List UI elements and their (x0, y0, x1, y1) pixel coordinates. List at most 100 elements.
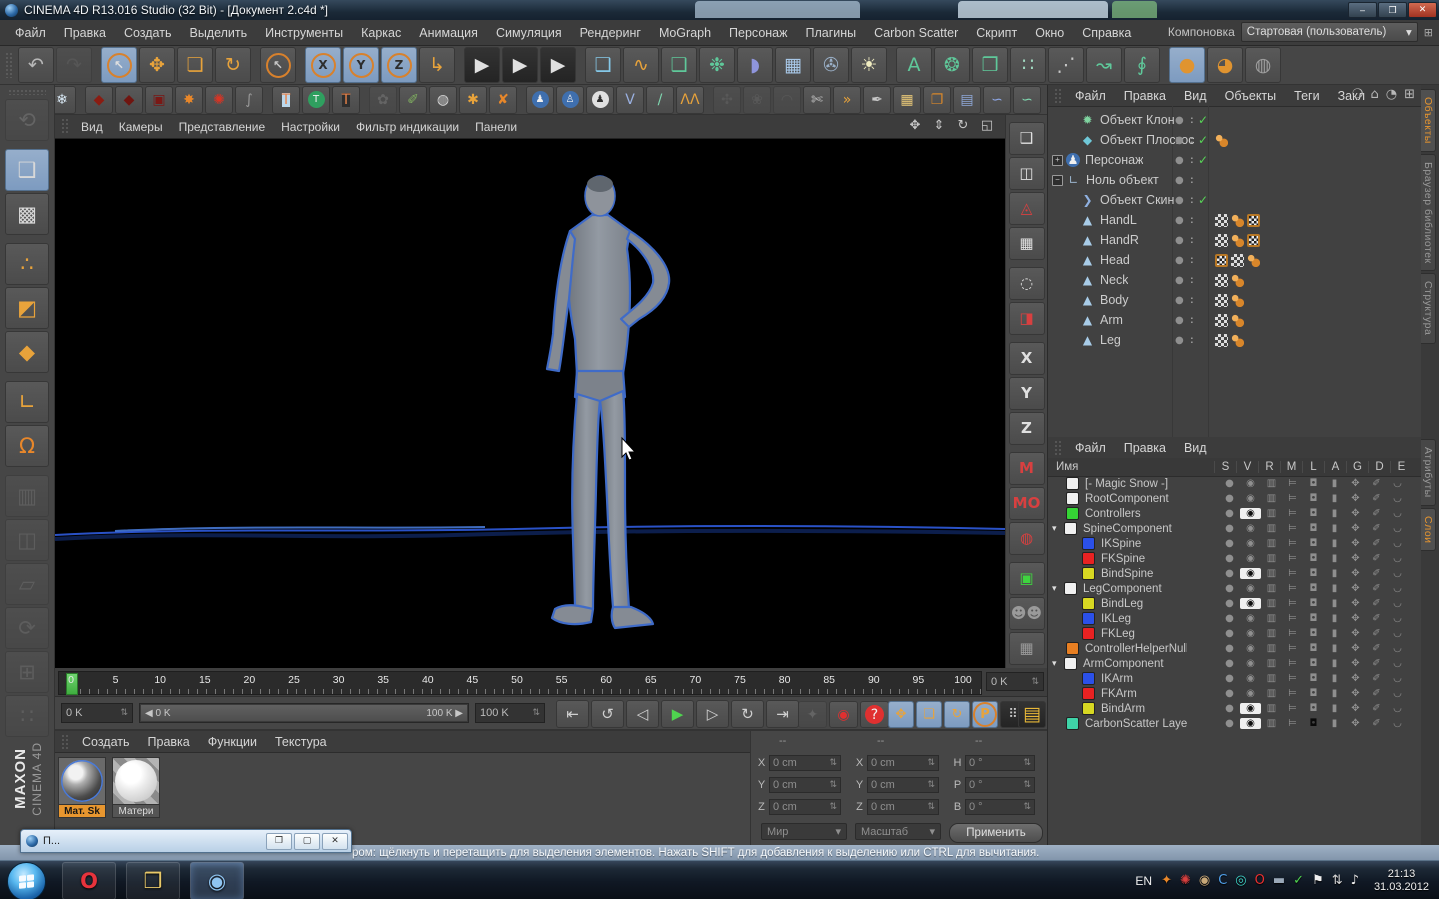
coord-system-icon[interactable]: ↳ (419, 47, 455, 83)
maximize-button[interactable]: ❐ (1378, 2, 1407, 18)
editor-dots-icon[interactable]: : (1190, 154, 1194, 166)
visible-cell-icon[interactable]: ◉ (1240, 613, 1261, 624)
phong-tag-icon[interactable] (1231, 274, 1244, 287)
visibility-dot-icon[interactable]: ● (1175, 155, 1184, 166)
generators-cell-icon[interactable]: ✥ (1345, 628, 1366, 639)
object-row[interactable]: −∟Ноль объект●: (1048, 170, 1422, 190)
phong-tag-icon[interactable] (1215, 134, 1228, 147)
play-icon[interactable]: ▶ (661, 700, 694, 728)
weight-tag-icon[interactable] (1215, 294, 1228, 307)
fix-tool-icon[interactable]: ✱ (459, 86, 487, 114)
manager-cell-icon[interactable]: ⊨ (1282, 703, 1303, 714)
animation-cell-icon[interactable]: ▮ (1324, 613, 1345, 624)
magic-mesh-icon[interactable]: ▣ (145, 86, 173, 114)
layer-color-swatch[interactable] (1066, 642, 1079, 655)
editor-dots-icon[interactable]: : (1190, 174, 1194, 186)
autokey-icon[interactable]: ◉ (829, 701, 858, 728)
add-modeling-icon[interactable]: ❉ (699, 47, 735, 83)
layer-row[interactable]: [- Magic Snow -]●◉▥⊨◘▮✥✐◡ (1048, 476, 1422, 491)
scale-icon[interactable]: ❏ (177, 47, 213, 83)
menu-item-8[interactable]: Рендеринг (571, 25, 650, 41)
visible-cell-icon[interactable]: ◉ (1240, 523, 1261, 534)
timeline-scrollbar[interactable]: ◀ 0 K 100 K ▶ (139, 703, 469, 723)
lock-cell-icon[interactable]: ◘ (1303, 508, 1324, 519)
texture-mode-icon[interactable]: ▩ (5, 193, 49, 235)
mograph-effector-icon[interactable]: ↝ (1086, 47, 1122, 83)
editor-dots-icon[interactable]: : (1190, 114, 1194, 126)
key-next-icon[interactable]: ↻ (731, 700, 764, 728)
deformers-cell-icon[interactable]: ✐ (1366, 658, 1387, 669)
object-manager-menu-item-3[interactable]: Объекты (1216, 88, 1286, 104)
layer-color-swatch[interactable] (1082, 702, 1095, 715)
solo-cell-icon[interactable]: ● (1219, 613, 1240, 624)
manager-cell-icon[interactable]: ⊨ (1282, 478, 1303, 489)
position-x-field[interactable]: 0 cm⇅ (769, 755, 841, 771)
deformers-cell-icon[interactable]: ✐ (1366, 688, 1387, 699)
toolbar-grip[interactable] (8, 89, 46, 95)
om-add-icon[interactable]: ⊞ (1404, 87, 1415, 102)
weight-tag-icon[interactable] (1215, 274, 1228, 287)
lock-cell-icon[interactable]: ◘ (1303, 583, 1324, 594)
toolbar-grip[interactable] (61, 734, 69, 749)
generators-cell-icon[interactable]: ✥ (1345, 508, 1366, 519)
render-cell-icon[interactable]: ▥ (1261, 508, 1282, 519)
lock-cell-icon[interactable]: ◘ (1303, 613, 1324, 624)
animation-cell-icon[interactable]: ▮ (1324, 493, 1345, 504)
current-frame-field[interactable]: 0 K ⇅ (61, 703, 133, 723)
menu-item-4[interactable]: Инструменты (256, 25, 352, 41)
render-cell-icon[interactable]: ▥ (1261, 628, 1282, 639)
snap-icon[interactable]: Ω (5, 425, 49, 467)
muscle-green-icon[interactable]: ∽ (1013, 86, 1041, 114)
editor-dots-icon[interactable]: : (1190, 214, 1194, 226)
generators-cell-icon[interactable]: ✥ (1345, 673, 1366, 684)
magic-lava-icon[interactable]: ◆ (115, 86, 143, 114)
material-item[interactable]: Матери (112, 757, 162, 818)
character-walk-icon[interactable]: ♙ (556, 86, 584, 114)
layer-color-swatch[interactable] (1064, 522, 1077, 535)
timeline-frame-spinner[interactable]: 0 K ⇅ (986, 672, 1044, 691)
expressions-cell-icon[interactable]: ◡ (1387, 568, 1408, 579)
animation-cell-icon[interactable]: ▮ (1324, 673, 1345, 684)
stepper-icon[interactable]: ⇅ (829, 780, 837, 790)
animation-cell-icon[interactable]: ▮ (1324, 523, 1345, 534)
layer-color-swatch[interactable] (1082, 537, 1095, 550)
lock-cell-icon[interactable]: ◘ (1303, 493, 1324, 504)
layer-color-swatch[interactable] (1064, 657, 1077, 670)
close-button[interactable]: ✕ (322, 833, 348, 850)
render-cell-icon[interactable]: ▥ (1261, 568, 1282, 579)
magic-fire-icon[interactable]: ◆ (85, 86, 113, 114)
stepper-icon[interactable]: ⇅ (1023, 802, 1031, 812)
scale-z-field[interactable]: 0 cm⇅ (867, 799, 939, 815)
character-mesh[interactable] (547, 176, 669, 628)
editor-dots-icon[interactable]: : (1190, 234, 1194, 246)
scroll-right-arrow-icon[interactable]: ▶ (455, 708, 463, 719)
window-panel-icon[interactable]: ❐ (923, 86, 951, 114)
render-cell-icon[interactable]: ▥ (1261, 718, 1282, 729)
deformers-cell-icon[interactable]: ✐ (1366, 568, 1387, 579)
phong-tag-icon[interactable] (1231, 234, 1244, 247)
expander-icon[interactable]: ▾ (1052, 584, 1062, 594)
object-row[interactable]: +♟Персонаж●:✓ (1048, 150, 1422, 170)
expressions-cell-icon[interactable]: ◡ (1387, 688, 1408, 699)
render-cell-icon[interactable]: ▥ (1261, 493, 1282, 504)
mograph-matrix-icon[interactable]: ∷ (1010, 47, 1046, 83)
visible-cell-icon[interactable]: ◉ (1240, 628, 1261, 639)
lock-cell-icon[interactable]: ◘ (1303, 538, 1324, 549)
add-camera-icon[interactable]: ✇ (813, 47, 849, 83)
solo-cell-icon[interactable]: ● (1219, 688, 1240, 699)
side-tab-1[interactable]: Слои (1421, 508, 1436, 552)
taskbar-explorer-button[interactable]: ❒ (126, 862, 180, 899)
generators-cell-icon[interactable]: ✥ (1345, 703, 1366, 714)
visibility-dot-icon[interactable]: ● (1175, 135, 1184, 146)
v-tool-icon[interactable]: V (616, 86, 644, 114)
visible-cell-icon[interactable]: ◉ (1240, 538, 1261, 549)
solo-cell-icon[interactable]: ● (1219, 598, 1240, 609)
solo-cell-icon[interactable]: ● (1219, 718, 1240, 729)
scale-x-field[interactable]: 0 cm⇅ (867, 755, 939, 771)
turbulence-emitter-icon[interactable]: T (302, 86, 330, 114)
editor-dots-icon[interactable]: : (1190, 254, 1194, 266)
axis-mode-icon[interactable]: ∟ (5, 381, 49, 423)
solo-cell-icon[interactable]: ● (1219, 493, 1240, 504)
deformers-cell-icon[interactable]: ✐ (1366, 523, 1387, 534)
honeycomb-icon[interactable]: ▦ (893, 86, 921, 114)
